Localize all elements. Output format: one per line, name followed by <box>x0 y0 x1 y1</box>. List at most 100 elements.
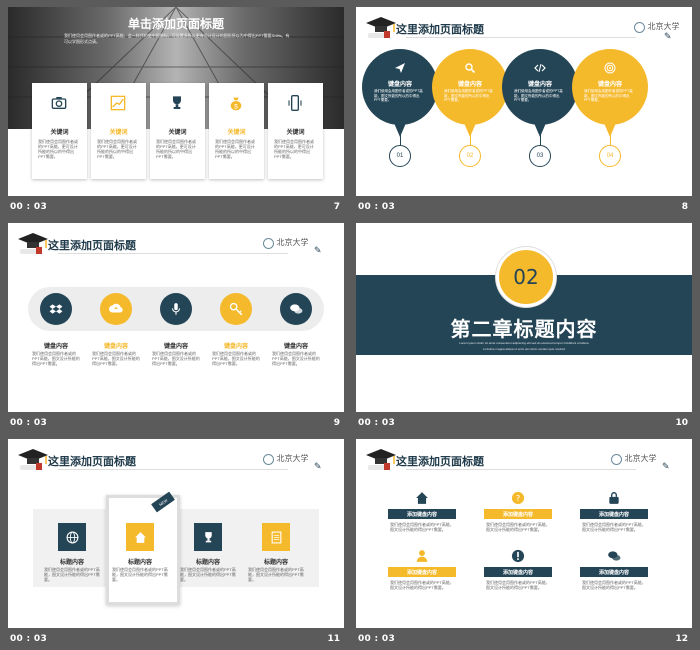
slide-thumbnail-12[interactable]: 这里添加页面标题 北京大学 ✎ 添加键盘内容 我们使用会用图作者或的PPT高能，图… <box>356 439 692 628</box>
slide-thumbnail-11[interactable]: 这里添加页面标题 北京大学 ✎ NEW 标题内容 我们使用会用图作者或的PPT高能… <box>8 439 344 628</box>
key-icon[interactable] <box>220 293 252 325</box>
item-desc: 我们使用会用图作者或的PPT高能，图文设计所能的得出PPT需要。 <box>272 351 320 366</box>
page-title: 这里添加页面标题 <box>48 456 136 468</box>
feature-card[interactable]: 关键词我们使用会用图作者或的PPT高能，更可设计所能的所以的中得出PPT需要。 <box>150 83 205 179</box>
slide-number: 8 <box>681 202 688 212</box>
timing-label: 00 : 03 <box>10 418 48 428</box>
pencil-icon: ✎ <box>314 461 322 471</box>
logo-emblem-icon <box>263 453 274 465</box>
page-title: 这里添加页面标题 <box>396 24 484 36</box>
step-number: 04 <box>606 153 614 159</box>
bubble-label: 键盘内容 <box>597 82 622 88</box>
item-desc: 我们使用会用图作者或的PPT高能，图文设计所能的得出PPT需要。 <box>152 351 200 366</box>
item-label-bar[interactable]: 添加键盘内容 <box>580 567 648 577</box>
item-desc: 我们使用会用图作者或的PPT高能，图文设计所能的得出PPT需要。 <box>582 580 646 590</box>
ribbon-text: NEW <box>157 497 169 507</box>
chat-bubbles-icon <box>607 549 621 568</box>
camera-icon <box>51 95 67 116</box>
pencil-icon: ✎ <box>662 461 670 471</box>
item-label: 标题内容 <box>59 560 84 566</box>
step-number: 01 <box>396 153 404 159</box>
phone-icon <box>287 95 303 116</box>
university-logo: 北京大学 <box>263 237 309 249</box>
chat-bubbles-icon[interactable] <box>280 293 312 325</box>
item-label: 添加键盘内容 <box>598 511 629 518</box>
item-desc: 我们使用会用图作者或的PPT高能，图文设计所能的得出PPT需要。 <box>212 351 260 366</box>
pencil-icon: ✎ <box>664 31 672 41</box>
university-logo: 北京大学 <box>263 453 309 465</box>
slide-footer-9: 00 : 03 9 <box>8 414 344 434</box>
slide-thumbnail-7[interactable]: 单击添加页面标题 我们使用会用图作者或的PPT高能，会一样代的变中图像标，可设置… <box>8 7 344 196</box>
step-circle: 01 <box>389 145 411 167</box>
user-icon <box>415 549 429 568</box>
feature-card[interactable]: 关键词 我们使用会用图作者或的PPT高能，更可设计所能的所以的中得出PPT需要。 <box>268 83 323 179</box>
card-label: 关键词 <box>168 130 187 136</box>
graduation-cap-icon <box>364 15 398 39</box>
microphone-icon[interactable] <box>160 293 192 325</box>
slide-thumbnail-9[interactable]: 这里添加页面标题 北京大学 ✎ 键盘内容 我们使用会用图作者或的PPT高能，图文设… <box>8 223 344 412</box>
item-desc: 我们使用会用图作者或的PPT高能，图文设计所能的得出PPT需要。 <box>44 567 100 582</box>
graduation-cap-icon <box>16 447 50 471</box>
home-icon[interactable] <box>126 523 154 551</box>
trophy-icon[interactable] <box>194 523 222 551</box>
item-desc: 我们使用会用图作者或的PPT高能，图文设计所能的得出PPT需要。 <box>486 522 550 532</box>
page-title: 这里添加页面标题 <box>48 240 136 252</box>
card-desc: 我们使用会用图作者或的PPT高能，更可设计所能的所以的中得出PPT需要。 <box>97 139 137 159</box>
item-desc: 我们使用会用图作者或的PPT高能，图文设计所能的得出PPT需要。 <box>390 580 454 590</box>
card-label: 关键词 <box>109 130 128 136</box>
info-bubble[interactable]: 键盘内容 我们使用会用图作者或的PPT高能，图文所能的所以的中得出PPT需要。 <box>572 49 648 125</box>
card-desc: 我们使用会用图作者或的PPT高能，更可设计所能的所以的中得出PPT需要。 <box>156 139 196 159</box>
globe-icon[interactable] <box>58 523 86 551</box>
item-label: 键盘内容 <box>223 344 248 350</box>
feature-card[interactable]: 关键词 我们使用会用图作者或的PPT高能，更可设计所能的所以的中得出PPT需要。 <box>32 83 87 179</box>
info-bubble[interactable]: 键盘内容 我们使用会用图作者或的PPT高能，图文所能的所以的中得出PPT需要。 <box>362 49 438 125</box>
slide-thumbnail-10[interactable]: 02 第二章标题内容 Lorem ipsum dolor sit amet co… <box>356 223 692 412</box>
university-logo: 北京大学 <box>611 453 657 465</box>
info-bubble[interactable]: 键盘内容 我们使用会用图作者或的PPT高能，图文所能的所以的中得出PPT需要。 <box>432 49 508 125</box>
document-icon[interactable] <box>262 523 290 551</box>
item-desc: 我们使用会用图作者或的PPT高能，图文设计所能的得出PPT需要。 <box>112 567 168 582</box>
title-underline <box>406 37 636 38</box>
slide-number: 12 <box>675 634 688 644</box>
svg-text:$: $ <box>234 103 238 110</box>
logo-text: 北京大学 <box>624 454 657 463</box>
timing-label: 00 : 03 <box>10 634 48 644</box>
slide-footer-7: 00 : 03 7 <box>8 198 344 218</box>
item-label-bar[interactable]: 添加键盘内容 <box>388 567 456 577</box>
item-label: 键盘内容 <box>103 344 128 350</box>
logo-text: 北京大学 <box>647 22 680 31</box>
logo-text: 北京大学 <box>276 238 309 247</box>
feature-card[interactable]: $ 关键词 我们使用会用图作者或的PPT高能，更可设计所能的所以的中得出PPT需要。 <box>209 83 264 179</box>
lock-icon <box>607 491 621 510</box>
item-label-bar[interactable]: 添加键盘内容 <box>388 509 456 519</box>
question-icon: ? <box>511 491 525 510</box>
dropbox-icon[interactable] <box>40 293 72 325</box>
warning-icon <box>511 549 525 568</box>
item-label: 添加键盘内容 <box>406 511 437 518</box>
slide-footer-10: 00 : 03 10 <box>356 414 692 434</box>
bubble-desc: 我们使用会用图作者或的PPT高能，图文所能的所以的中得出PPT需要。 <box>584 89 633 102</box>
info-bubble[interactable]: 键盘内容 我们使用会用图作者或的PPT高能，图文所能的所以的中得出PPT需要。 <box>502 49 578 125</box>
item-label-bar[interactable]: 添加键盘内容 <box>580 509 648 519</box>
card-desc: 我们使用会用图作者或的PPT高能，更可设计所能的所以的中得出PPT需要。 <box>38 139 78 159</box>
feature-card[interactable]: 关键词我们使用会用图作者或的PPT高能，更可设计所能的所以的中得出PPT需要。 <box>91 83 146 179</box>
slide-footer-12: 00 : 03 12 <box>356 630 692 650</box>
bubble-desc: 我们使用会用图作者或的PPT高能，图文所能的所以的中得出PPT需要。 <box>444 89 493 102</box>
page-title: 单击添加页面标题 <box>127 17 224 31</box>
trophy-icon <box>169 95 185 116</box>
svg-text:?: ? <box>516 493 520 503</box>
bubble-label: 键盘内容 <box>387 82 412 88</box>
item-label-bar[interactable]: 添加键盘内容 <box>484 509 552 519</box>
chart-icon <box>110 95 126 116</box>
bubble-desc: 我们使用会用图作者或的PPT高能，图文所能的所以的中得出PPT需要。 <box>374 89 423 102</box>
item-desc: 我们使用会用图作者或的PPT高能，图文设计所能的得出PPT需要。 <box>92 351 140 366</box>
money-bag-icon: $ <box>228 95 244 116</box>
title-underline <box>406 469 636 470</box>
home-icon <box>415 491 429 510</box>
chapter-subtext-1: Lorem ipsum dolor sit amet consectetur a… <box>459 341 589 345</box>
cloud-upload-icon[interactable] <box>100 293 132 325</box>
slide-number: 7 <box>333 202 340 212</box>
item-label: 标题内容 <box>127 560 152 566</box>
item-label-bar[interactable]: 添加键盘内容 <box>484 567 552 577</box>
slide-thumbnail-8[interactable]: 这里添加页面标题 北京大学 ✎ 键盘内容 我们使用会用图作者或的PPT高能，图文所… <box>356 7 692 196</box>
